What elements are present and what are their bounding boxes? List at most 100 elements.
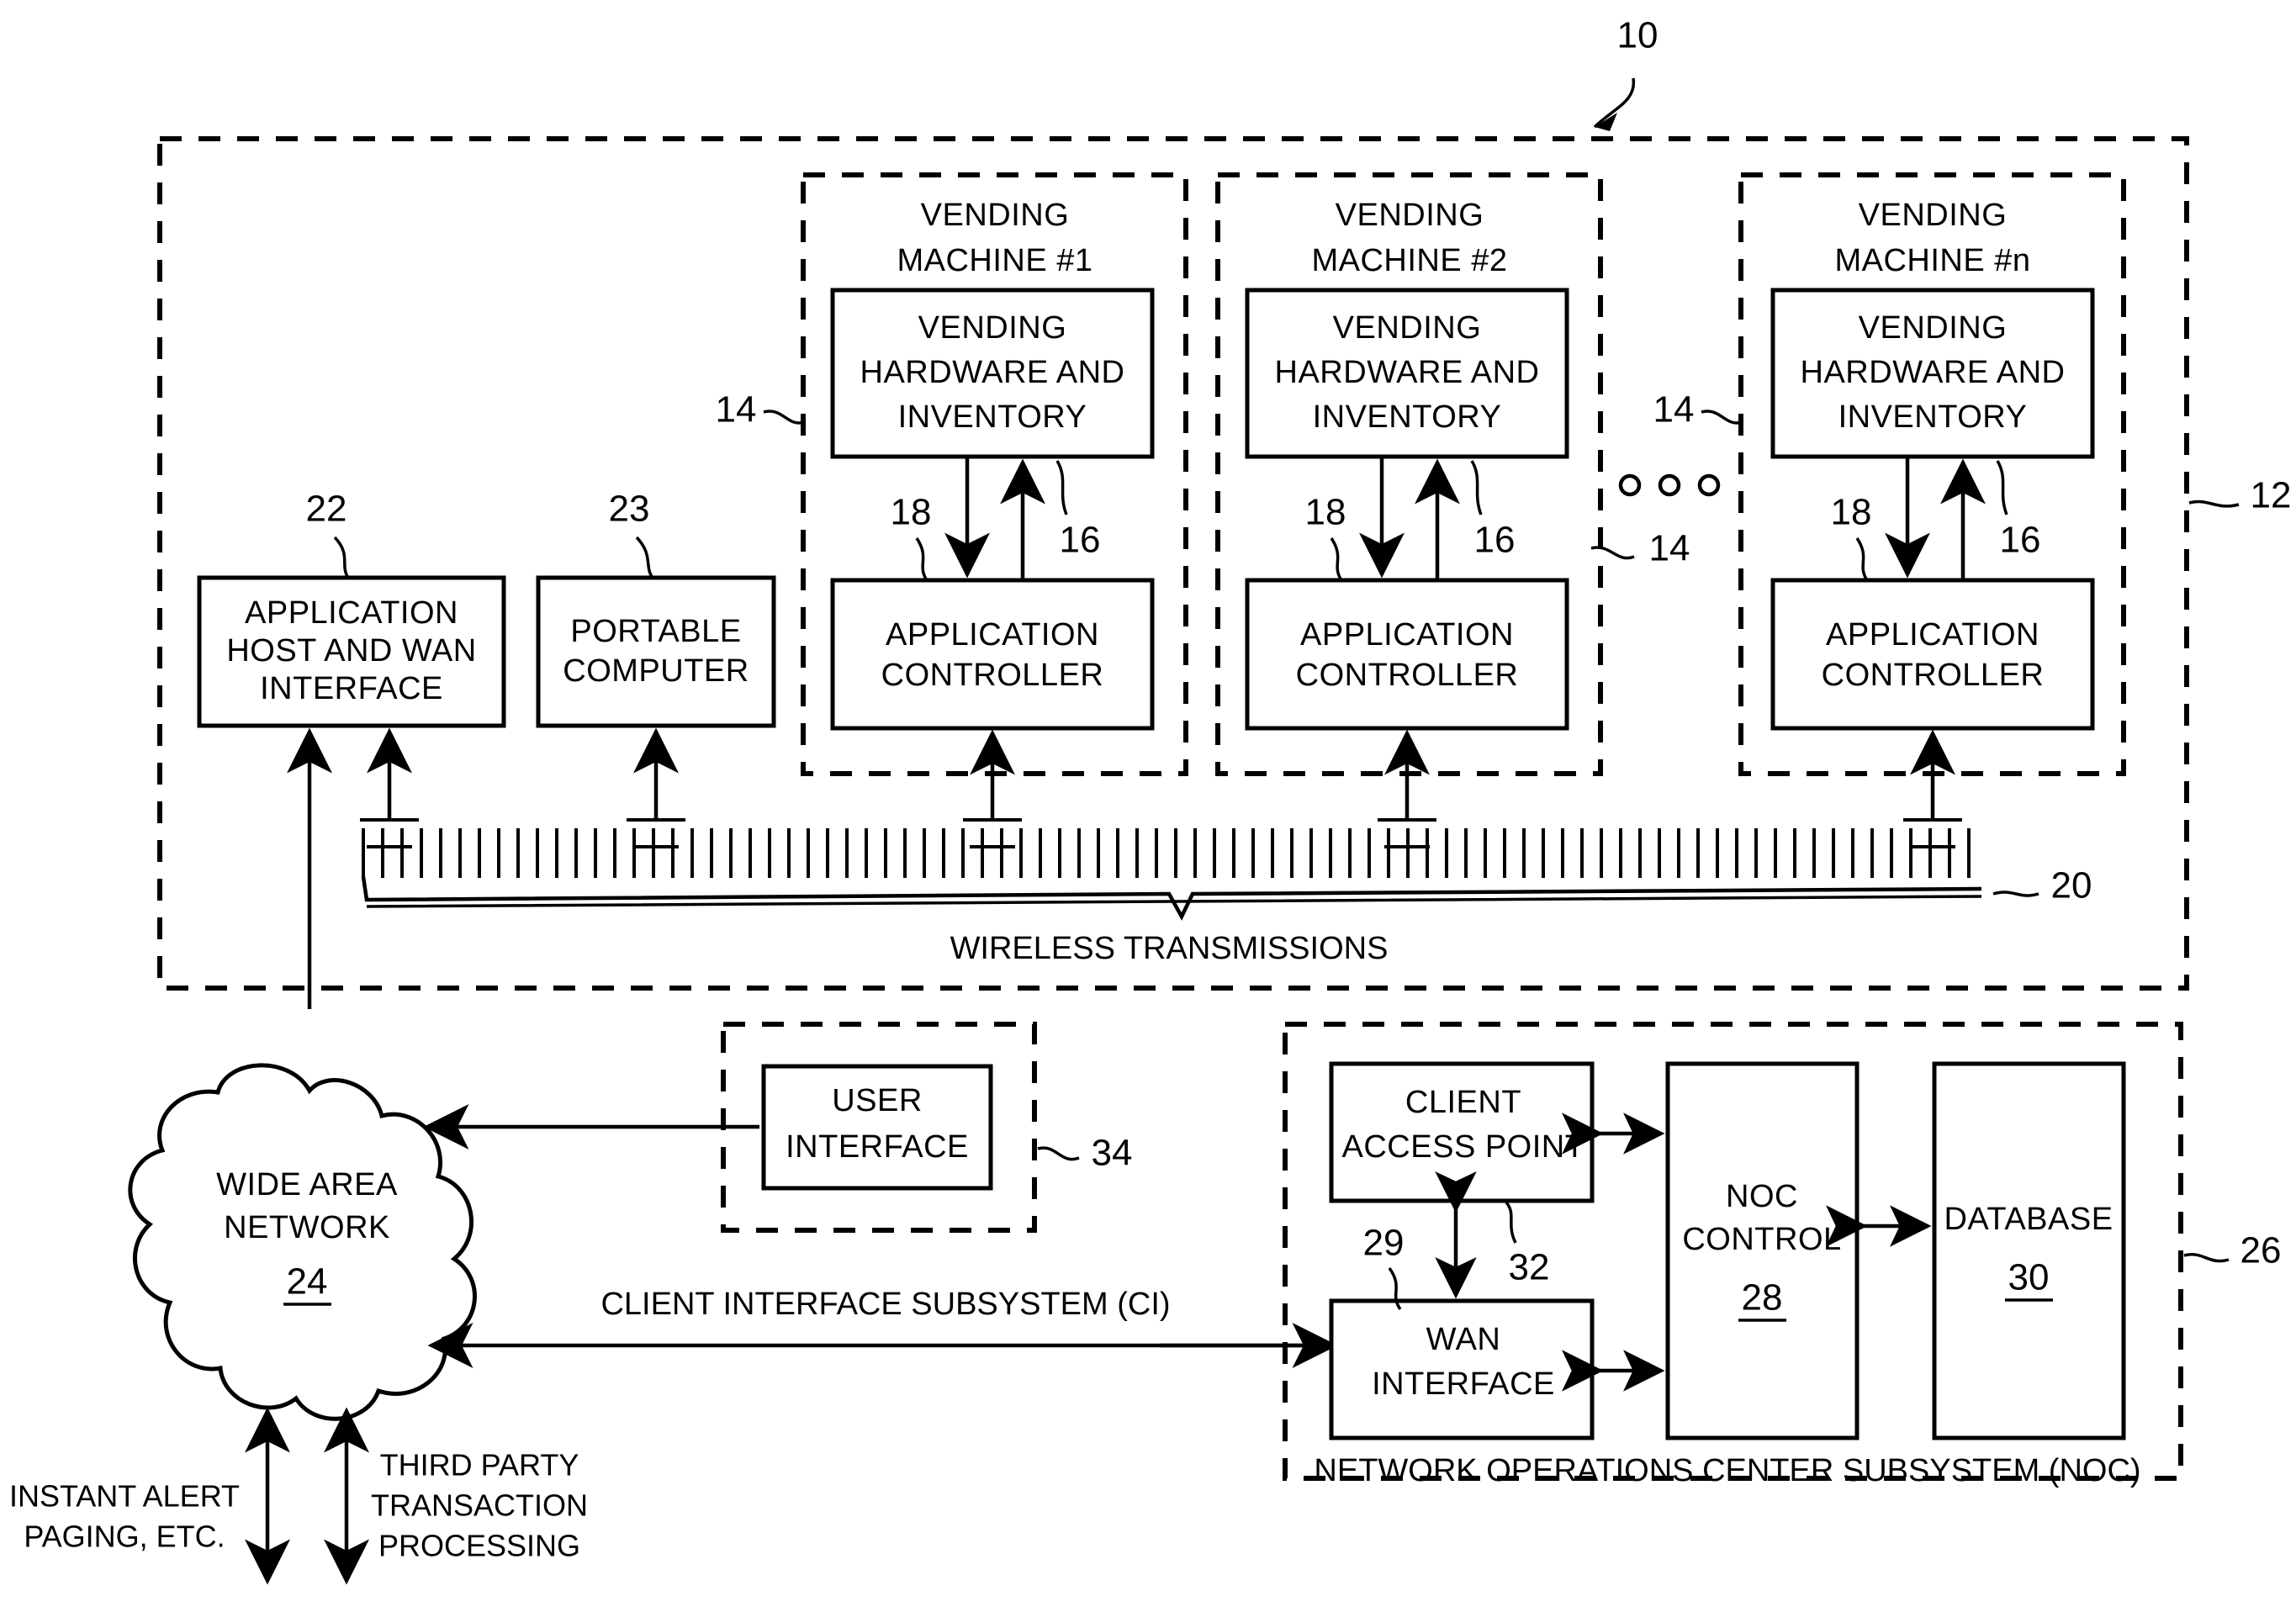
vm1-ref-16-leader [1055, 460, 1068, 515]
application-host-ref-leader [333, 536, 350, 579]
vm1-antenna [963, 729, 1022, 848]
instant-alert-line-2: PAGING, ETC. [24, 1520, 225, 1554]
vm1-hw-line-2: HARDWARE AND [860, 355, 1125, 390]
vending-machine-2-controller-box[interactable]: APPLICATION CONTROLLER [1245, 578, 1569, 731]
user-interface-box[interactable]: USER INTERFACE [761, 1064, 993, 1191]
vmn-ref-16-leader [1996, 460, 2008, 515]
user-interface-line-1: USER [832, 1083, 923, 1118]
vm2-ctrl-line-2: CONTROLLER [1296, 658, 1519, 693]
noc-ref-26-leader [2183, 1253, 2230, 1263]
ellipsis-dot-3 [1697, 473, 1721, 497]
vm2-ref-16-text: 16 [1474, 520, 1516, 561]
client-access-point-line-2: ACCESS POINT [1342, 1129, 1585, 1165]
portable-computer-rect[interactable] [536, 575, 776, 728]
vm1-hw-line-3: INVENTORY [898, 399, 1087, 435]
vending-machine-1-title-line-2: MACHINE #1 [897, 243, 1092, 278]
vm1-ctrl-line-1: APPLICATION [886, 617, 1099, 653]
noc-ref-32-leader [1505, 1201, 1517, 1244]
vm1-ref-16-text: 16 [1060, 520, 1101, 561]
vmn-ctrl-line-1: APPLICATION [1826, 617, 2039, 653]
client-access-point-line-1: CLIENT [1405, 1085, 1521, 1120]
database-box[interactable]: DATABASE 30 [1932, 1061, 2126, 1440]
noc-control-line-1: NOC [1726, 1179, 1798, 1214]
vm2-hw-line-2: HARDWARE AND [1275, 355, 1540, 390]
vm2-ref-18-text: 18 [1305, 492, 1346, 533]
vending-machine-1-controller-rect[interactable] [830, 578, 1155, 731]
database-line-1: DATABASE [1944, 1202, 2113, 1237]
vmn-ref-16-text: 16 [2000, 520, 2041, 561]
vmn-ctrl-line-2: CONTROLLER [1822, 658, 2045, 693]
vm1-ref-14-leader [763, 410, 805, 425]
vmn-ref-14-text: 14 [1653, 389, 1695, 431]
wan-interface-line-1: WAN [1426, 1322, 1501, 1357]
ellipsis-dot-1 [1618, 473, 1642, 497]
vending-machine-n-hardware-box[interactable]: VENDING HARDWARE AND INVENTORY [1770, 288, 2095, 459]
vending-machine-middle-reference-14: 14 [1590, 528, 1690, 569]
vmn-ref-18-text: 18 [1831, 492, 1872, 533]
database-rect[interactable] [1932, 1061, 2126, 1440]
wide-area-network-cloud[interactable]: WIDE AREA NETWORK 24 [128, 1063, 477, 1421]
vm-mid-ref-14-leader [1590, 546, 1635, 560]
noc-caption: NETWORK OPERATIONS CENTER SUBSYSTEM (NOC… [1314, 1453, 2140, 1488]
patent-figure-canvas: 10 12 APPLICATION HOST AND WAN INTERFACE… [0, 0, 2296, 1612]
noc-ref-29-text: 29 [1363, 1223, 1405, 1264]
vm2-hw-line-1: VENDING [1333, 310, 1482, 346]
wan-interface-box[interactable]: WAN INTERFACE [1329, 1298, 1595, 1440]
noc-ref-26-text: 26 [2240, 1230, 2282, 1271]
vending-machine-n-reference-14: 14 [1653, 389, 1743, 431]
user-interface-ref-leader [1037, 1146, 1080, 1161]
third-party-line-2: TRANSACTION [371, 1488, 588, 1523]
database-ref-text: 30 [2008, 1257, 2050, 1298]
vmn-ref-14-leader [1701, 410, 1743, 425]
vm2-ref-16-leader [1470, 460, 1483, 515]
figure-reference-10: 10 [1593, 15, 1659, 131]
noc-control-ref-text: 28 [1742, 1277, 1783, 1319]
noc-ref-32-text: 32 [1509, 1247, 1550, 1288]
application-host-reference-22: 22 [306, 489, 350, 579]
client-access-point-box[interactable]: CLIENT ACCESS POINT [1329, 1061, 1595, 1203]
application-host-wan-interface-box[interactable]: APPLICATION HOST AND WAN INTERFACE [197, 575, 506, 728]
vending-machine-n-title-line-2: MACHINE #n [1834, 243, 2030, 278]
portable-computer-box[interactable]: PORTABLE COMPUTER [536, 575, 776, 728]
wireless-transmissions-label: WIRELESS TRANSMISSIONS [950, 931, 1389, 966]
vending-machine-1-controller-box[interactable]: APPLICATION CONTROLLER [830, 578, 1155, 731]
vending-machine-2-title-line-1: VENDING [1336, 198, 1484, 233]
user-interface-line-2: INTERFACE [786, 1129, 969, 1165]
vm1-ref-14-text: 14 [716, 389, 757, 431]
application-host-line-1: APPLICATION [245, 595, 458, 631]
figure-ref-10-text: 10 [1617, 15, 1659, 56]
wireless-ref-20-leader [1992, 891, 2039, 897]
system-reference-12: 12 [2188, 475, 2292, 516]
vending-machine-1-hardware-box[interactable]: VENDING HARDWARE AND INVENTORY [830, 288, 1155, 459]
third-party-line-3: PROCESSING [378, 1529, 580, 1563]
vm2-hw-line-3: INVENTORY [1313, 399, 1502, 435]
vm1-ref-18-leader [915, 537, 928, 581]
noc-control-box[interactable]: NOC CONTROL 28 [1665, 1061, 1860, 1440]
user-interface-ref-text: 34 [1092, 1133, 1133, 1174]
wireless-transmission-comb [362, 828, 1971, 878]
application-host-line-2: HOST AND WAN [226, 633, 476, 669]
vending-machine-1-title-line-1: VENDING [921, 198, 1070, 233]
user-interface-reference-34: 34 [1037, 1133, 1133, 1174]
third-party-line-1: THIRD PARTY [380, 1448, 579, 1483]
vending-machine-2-hardware-box[interactable]: VENDING HARDWARE AND INVENTORY [1245, 288, 1569, 459]
vending-machine-1-reference-14: 14 [716, 389, 805, 431]
vm1-ref-18-text: 18 [891, 492, 932, 533]
vending-machine-2-controller-rect[interactable] [1245, 578, 1569, 731]
vm-mid-ref-14-text: 14 [1649, 528, 1690, 569]
vending-machine-n-controller-box[interactable]: APPLICATION CONTROLLER [1770, 578, 2095, 731]
portable-computer-reference-23: 23 [609, 489, 654, 579]
wan-interface-line-2: INTERFACE [1372, 1366, 1555, 1402]
application-host-line-3: INTERFACE [260, 671, 443, 706]
vm2-ref-18-leader [1330, 537, 1343, 581]
noc-control-line-2: CONTROL [1682, 1222, 1841, 1257]
vending-machine-n-controller-rect[interactable] [1770, 578, 2095, 731]
wan-cloud-line-1: WIDE AREA [216, 1167, 398, 1202]
client-interface-subsystem-label: CLIENT INTERFACE SUBSYSTEM (CI) [600, 1287, 1170, 1322]
application-host-ref-text: 22 [306, 489, 347, 530]
wan-cloud-ref-text: 24 [287, 1261, 328, 1303]
system-ref-12-text: 12 [2251, 475, 2292, 516]
vmn-hw-line-3: INVENTORY [1838, 399, 2028, 435]
portable-computer-ref-text: 23 [609, 489, 650, 530]
vending-machines-ellipsis [1618, 473, 1721, 497]
